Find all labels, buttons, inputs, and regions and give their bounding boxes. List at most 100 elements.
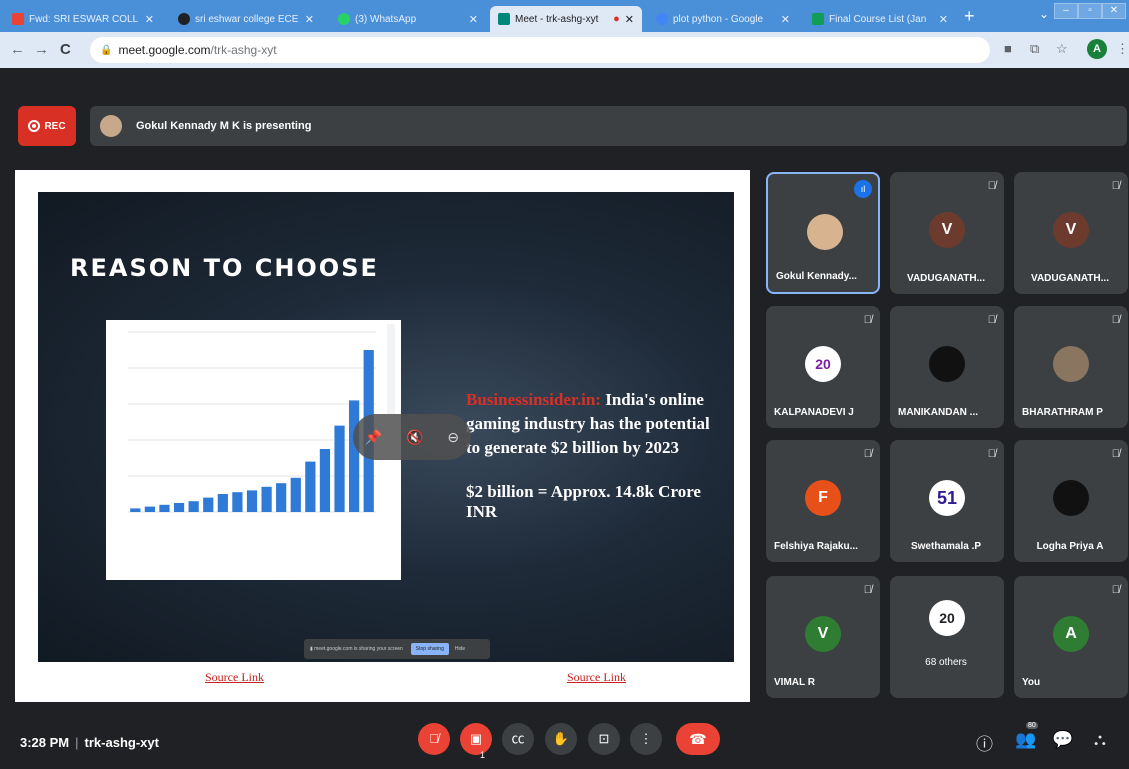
mic-off-icon: 🎙̸	[863, 314, 872, 326]
close-window-icon[interactable]: ✕	[1102, 3, 1126, 19]
hide-button[interactable]: Hide	[455, 646, 465, 652]
participant-tile[interactable]: 🎙̸ 20 KALPANADEVI J	[766, 306, 880, 428]
avatar	[929, 346, 965, 382]
participant-tile[interactable]: 🎙̸ V VADUGANATH...	[890, 172, 1004, 294]
close-tab-icon[interactable]: ✕	[305, 13, 314, 26]
close-tab-icon[interactable]: ✕	[469, 13, 478, 26]
browser-tab[interactable]: plot python - Google ✕	[648, 6, 798, 32]
participant-name: VADUGANATH...	[1031, 273, 1109, 284]
slide-title: REASON TO CHOOSE	[70, 254, 379, 282]
captions-button[interactable]: ㏄	[502, 723, 534, 755]
mute-icon[interactable]: 🔇	[406, 429, 423, 446]
tab-label: Meet - trk-ashg-xyt	[515, 13, 599, 25]
browser-tab[interactable]: (3) WhatsApp ✕	[330, 6, 486, 32]
close-tab-icon[interactable]: ✕	[625, 13, 634, 26]
browser-tab-strip: Fwd: SRI ESWAR COLL ✕ sri eshwar college…	[0, 0, 1129, 32]
slide-source-name: Businessinsider.in:	[466, 390, 601, 409]
participant-tile[interactable]: 🎙̸ Logha Priya A	[1014, 440, 1128, 562]
browser-tab[interactable]: sri eshwar college ECE ✕	[170, 6, 322, 32]
slide-conversion-text: $2 billion = Approx. 14.8k Crore INR	[466, 482, 701, 521]
mic-off-button[interactable]: 🎙̸	[418, 723, 450, 755]
others-tile[interactable]: 20 68 others	[890, 576, 1004, 698]
more-options-button[interactable]: ⋮	[630, 723, 662, 755]
camera-in-use-icon[interactable]: ■	[1004, 41, 1012, 56]
participant-tile[interactable]: 🎙̸ BHARATHRAM P	[1014, 306, 1128, 428]
presentation-controls: 📌 🔇 ⊖	[353, 414, 471, 460]
divider: |	[75, 735, 79, 750]
address-bar[interactable]: 🔒 meet.google.com/trk-ashg-xyt	[90, 37, 990, 63]
participant-tile[interactable]: 🎙̸ 51 Swethamala .P	[890, 440, 1004, 562]
browser-tab-active[interactable]: Meet - trk-ashg-xyt ● ✕	[490, 6, 642, 32]
chart-bar	[319, 449, 331, 512]
participant-tile[interactable]: 🎙̸ V VIMAL R	[766, 576, 880, 698]
chart-bar	[232, 492, 243, 512]
presenting-text: Gokul Kennady M K is presenting	[136, 120, 312, 132]
new-tab-button[interactable]: +	[964, 6, 975, 26]
raise-hand-button[interactable]: ✋	[545, 723, 577, 755]
self-tile[interactable]: 🎙̸ A You	[1014, 576, 1128, 698]
back-icon[interactable]: ←	[10, 41, 25, 58]
avatar: 20	[929, 600, 965, 636]
maximize-icon[interactable]: ▫	[1078, 3, 1102, 19]
avatar: 20	[805, 346, 841, 382]
camera-badge: 1	[480, 750, 486, 760]
mic-off-icon: 🎙̸	[863, 584, 872, 596]
tab-label: (3) WhatsApp	[355, 13, 417, 25]
close-tab-icon[interactable]: ✕	[145, 13, 154, 26]
minimize-icon[interactable]: –	[1054, 3, 1078, 19]
mic-off-icon: 🎙̸	[1111, 180, 1120, 192]
mic-off-icon: 🎙̸	[1111, 314, 1120, 326]
participant-name: Felshiya Rajaku...	[774, 541, 858, 552]
browser-toolbar: ← → C 🔒 meet.google.com/trk-ashg-xyt ■ ⧉…	[0, 32, 1129, 68]
stop-sharing-button[interactable]: Stop sharing	[410, 643, 449, 655]
forward-icon[interactable]: →	[34, 41, 49, 58]
mic-off-icon: 🎙̸	[987, 180, 996, 192]
chart-bar	[349, 400, 360, 512]
present-screen-button[interactable]: ⊡	[588, 723, 620, 755]
recording-indicator[interactable]: REC	[18, 106, 76, 146]
participant-tile[interactable]: 🎙̸ MANIKANDAN ...	[890, 306, 1004, 428]
slide-body-text: Businessinsider.in: India's online gamin…	[466, 388, 726, 460]
profile-avatar[interactable]: A	[1087, 39, 1107, 59]
meeting-time: 3:28 PM	[20, 735, 70, 750]
participant-name: MANIKANDAN ...	[898, 407, 978, 418]
close-tab-icon[interactable]: ✕	[939, 13, 948, 26]
participant-tile[interactable]: 🎙̸ F Felshiya Rajaku...	[766, 440, 880, 562]
mic-off-icon: 🎙̸	[863, 448, 872, 460]
share-icon[interactable]: ⧉	[1030, 41, 1039, 57]
avatar	[1053, 346, 1089, 382]
meeting-code: trk-ashg-xyt	[84, 735, 159, 750]
url-domain: meet.google.com	[118, 43, 211, 57]
chat-icon[interactable]: 💬	[1052, 730, 1073, 750]
presenting-banner: Gokul Kennady M K is presenting	[90, 106, 1127, 146]
people-icon[interactable]: 👥	[1015, 730, 1036, 750]
source-link[interactable]: Source Link	[567, 670, 626, 685]
close-tab-icon[interactable]: ✕	[781, 13, 790, 26]
chart-bar	[217, 494, 228, 512]
chart-bar	[334, 425, 345, 512]
participant-tile[interactable]: 🎙̸ V VADUGANATH...	[1014, 172, 1128, 294]
remove-icon[interactable]: ⊖	[447, 429, 459, 446]
avatar: V	[929, 212, 965, 248]
chart-bar	[276, 483, 287, 512]
browser-tab[interactable]: Fwd: SRI ESWAR COLL ✕	[4, 6, 162, 32]
tab-label: Final Course List (Jan	[829, 13, 927, 25]
participant-name: Logha Priya A	[1036, 541, 1104, 552]
activities-icon[interactable]: ⛬	[1094, 730, 1106, 750]
camera-off-button[interactable]: ▣ 1	[460, 723, 492, 760]
browser-tab[interactable]: Final Course List (Jan ✕	[804, 6, 956, 32]
menu-kebab-icon[interactable]: ⋮	[1116, 41, 1129, 57]
chart-bar	[203, 497, 214, 512]
google-icon	[656, 13, 668, 25]
tab-search-icon[interactable]: ⌄	[1032, 7, 1056, 23]
bookmark-star-icon[interactable]: ☆	[1056, 41, 1068, 57]
tab-label: Fwd: SRI ESWAR COLL	[29, 13, 139, 25]
meeting-details-icon[interactable]: ⓘ	[976, 730, 993, 755]
reload-icon[interactable]: C	[60, 41, 71, 58]
pin-icon[interactable]: 📌	[365, 429, 382, 446]
participant-tile[interactable]: ıl Gokul Kennady...	[766, 172, 880, 294]
meet-icon	[498, 13, 510, 25]
mic-off-icon: 🎙̸	[987, 448, 996, 460]
leave-call-button[interactable]: ☎	[676, 723, 720, 755]
source-link[interactable]: Source Link	[205, 670, 264, 685]
